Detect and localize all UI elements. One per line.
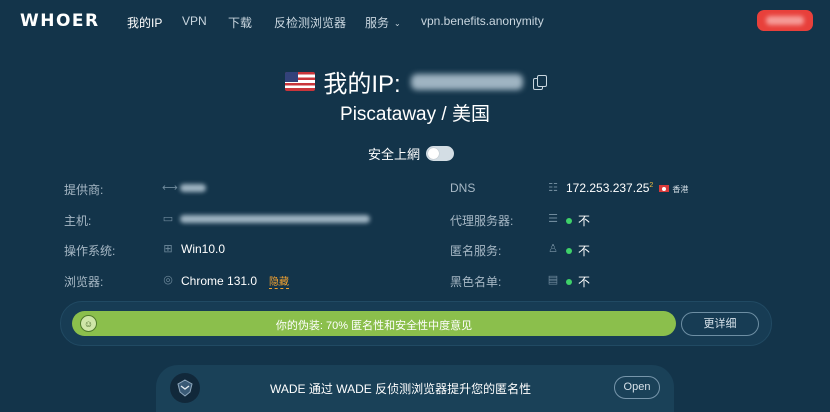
open-button[interactable]: Open (614, 376, 660, 399)
dns-region: 香港 (672, 185, 689, 194)
anonymizer-label: 匿名服务: (450, 244, 502, 258)
blacklist-status: 不 (578, 275, 591, 289)
nav-vpn[interactable]: VPN (182, 14, 207, 28)
wade-logo-icon (170, 373, 200, 403)
login-button[interactable] (757, 10, 813, 31)
anonymizer-value: 不 (566, 242, 590, 259)
provider-label: 提供商: (64, 183, 104, 197)
dns-value: 172.253.237.252 香港 (566, 181, 688, 195)
network-icon: ⟷ (162, 182, 178, 194)
top-navigation: WHOER 我的IP VPN 下载 反检测浏览器 服务 ⌄ vpn.benefit… (0, 0, 830, 40)
blacklist-icon: ▤ (547, 274, 559, 286)
nav-services[interactable]: 服务 ⌄ (365, 14, 401, 31)
proxy-status: 不 (578, 214, 591, 228)
host-label: 主机: (64, 214, 92, 228)
browser-label: 浏览器: (64, 275, 104, 289)
whoer-logo[interactable]: WHOER (20, 11, 100, 31)
chevron-down-icon: ⌄ (394, 19, 401, 28)
provider-value-redacted (180, 184, 206, 192)
nav-services-label: 服务 (365, 16, 390, 30)
status-ok-dot (566, 248, 572, 254)
os-label: 操作系统: (64, 244, 116, 258)
browser-value: Chrome 131.0 隐藏 (181, 273, 290, 289)
host-icon: ▭ (162, 213, 174, 225)
status-ok-dot (566, 279, 572, 285)
more-details-button[interactable]: 更详细 (681, 312, 759, 336)
blacklist-label: 黑色名单: (450, 275, 502, 289)
nav-benefits[interactable]: vpn.benefits.anonymity (421, 14, 544, 28)
dns-count: 2 (649, 182, 654, 189)
ip-label: 我的IP: (323, 71, 401, 98)
us-flag-icon (285, 72, 316, 91)
proxy-value: 不 (566, 212, 590, 229)
host-value-redacted (180, 215, 370, 223)
anonymizer-icon: ♙ (548, 243, 558, 255)
ip-header: 我的IP: (0, 64, 830, 100)
hong-kong-flag-icon (659, 185, 670, 192)
redacted-login-text (766, 16, 804, 25)
location-text: Piscataway / 美国 (340, 104, 490, 125)
windows-icon: ⊞ (163, 243, 173, 255)
status-ok-dot (566, 218, 572, 224)
os-value: Win10.0 (181, 242, 226, 256)
dns-label: DNS (450, 181, 476, 195)
blacklist-value: 不 (566, 273, 590, 290)
proxy-label: 代理服务器: (450, 214, 514, 228)
disguise-text: 你的伪装: 70% 匿名性和安全性中度意见 (275, 320, 473, 332)
browser-name: Chrome 131.0 (181, 274, 258, 288)
secure-browsing-toggle[interactable] (426, 146, 455, 161)
dns-ip: 172.253.237.25 (566, 181, 650, 195)
ip-address-redacted (410, 73, 523, 90)
browser-icon: ◎ (163, 274, 173, 286)
nav-antidetect-browser[interactable]: 反检测浏览器 (274, 14, 346, 31)
nav-my-ip[interactable]: 我的IP (127, 14, 162, 31)
secure-browsing-label: 安全上網 (368, 147, 421, 162)
anonymizer-status: 不 (578, 244, 591, 258)
proxy-icon: ☰ (548, 213, 558, 225)
hidden-link[interactable]: 隐藏 (269, 277, 290, 289)
copy-icon[interactable] (532, 74, 547, 90)
wade-banner-text: WADE 通过 WADE 反侦测浏览器提升您的匿名性 (270, 382, 532, 396)
nav-download[interactable]: 下载 (228, 14, 252, 31)
secure-browsing-toggle-group: 安全上網 (368, 144, 455, 163)
dns-icon: ☷ (548, 182, 558, 194)
